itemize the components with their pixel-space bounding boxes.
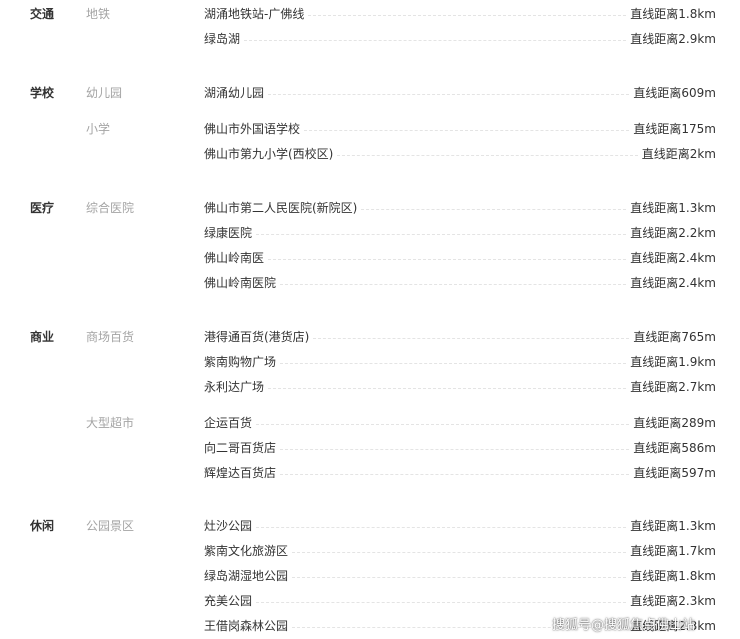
- dotted-leader: [280, 448, 630, 450]
- facility-distance: 直线距离1.7km: [630, 544, 716, 558]
- facility-distance: 直线距离1.9km: [630, 355, 716, 369]
- facility-distance: 直线距离609m: [633, 86, 716, 100]
- facility-distance: 直线距离586m: [633, 441, 716, 455]
- facility-name: 灶沙公园: [204, 519, 253, 533]
- dotted-leader: [280, 362, 627, 364]
- facility-distance: 直线距离1.3km: [630, 201, 716, 215]
- facility-name: 湖涌地铁站-广佛线: [204, 7, 305, 21]
- facility-distance: 直线距离2.4km: [630, 276, 716, 290]
- category-label: 交通: [30, 7, 55, 21]
- subgroup-label: 综合医院: [86, 201, 135, 215]
- facility-name: 紫南购物广场: [204, 355, 277, 369]
- facility-name: 辉煌达百货店: [204, 466, 277, 480]
- facility-name: 永利达广场: [204, 380, 265, 394]
- facility-distance: 直线距离1.8km: [630, 569, 716, 583]
- dotted-leader: [268, 93, 630, 95]
- facility-row[interactable]: 湖涌地铁站-广佛线 直线距离1.8km: [204, 6, 716, 22]
- facility-row[interactable]: 绿岛湖湿地公园 直线距离1.8km: [204, 568, 716, 584]
- facility-distance: 直线距离2.9km: [630, 32, 716, 46]
- facility-row[interactable]: 佛山市第九小学(西校区) 直线距离2km: [204, 146, 716, 162]
- dotted-leader: [304, 129, 630, 131]
- dotted-leader: [268, 258, 627, 260]
- subgroup-label: 幼儿园: [86, 86, 123, 100]
- subgroup-label: 大型超市: [86, 416, 135, 430]
- facility-row[interactable]: 辉煌达百货店 直线距离597m: [204, 465, 716, 481]
- dotted-leader: [256, 601, 627, 603]
- facility-name: 佛山市外国语学校: [204, 122, 301, 136]
- facility-distance: 直线距离765m: [633, 330, 716, 344]
- facility-name: 绿岛湖湿地公园: [204, 569, 289, 583]
- dotted-leader: [268, 387, 627, 389]
- facility-name: 港得通百货(港货店): [204, 330, 310, 344]
- dotted-leader: [280, 473, 630, 475]
- facility-row[interactable]: 佛山岭南医院 直线距离2.4km: [204, 275, 716, 291]
- facility-name: 佛山市第二人民医院(新院区): [204, 201, 358, 215]
- dotted-leader: [292, 551, 627, 553]
- facility-name: 湖涌幼儿园: [204, 86, 265, 100]
- facility-name: 佛山岭南医: [204, 251, 265, 265]
- facility-distance: 直线距离1.3km: [630, 519, 716, 533]
- subgroup-label: 公园景区: [86, 519, 135, 533]
- subgroup-label: 地铁: [86, 7, 111, 21]
- facility-row[interactable]: 灶沙公园 直线距离1.3km: [204, 518, 716, 534]
- dotted-leader: [244, 39, 627, 41]
- facility-row[interactable]: 紫南购物广场 直线距离1.9km: [204, 354, 716, 370]
- facility-name: 绿康医院: [204, 226, 253, 240]
- dotted-leader: [280, 283, 627, 285]
- dotted-leader: [308, 14, 627, 16]
- facility-row[interactable]: 永利达广场 直线距离2.7km: [204, 379, 716, 395]
- dotted-leader: [256, 233, 627, 235]
- facility-name: 企运百货: [204, 416, 253, 430]
- facility-row[interactable]: 佛山市第二人民医院(新院区) 直线距离1.3km: [204, 200, 716, 216]
- category-label: 商业: [30, 330, 55, 344]
- facility-name: 充美公园: [204, 594, 253, 608]
- facility-distance: 直线距离1.8km: [630, 7, 716, 21]
- facility-name: 向二哥百货店: [204, 441, 277, 455]
- dotted-leader: [337, 154, 638, 156]
- facility-name: 佛山岭南医院: [204, 276, 277, 290]
- facility-name: 紫南文化旅游区: [204, 544, 289, 558]
- dotted-leader: [292, 576, 627, 578]
- facility-distance: 直线距离2.3km: [630, 594, 716, 608]
- facility-name: 绿岛湖: [204, 32, 241, 46]
- facility-distance: 直线距离2.4km: [630, 251, 716, 265]
- facility-distance: 直线距离2.2km: [630, 226, 716, 240]
- facility-row[interactable]: 向二哥百货店 直线距离586m: [204, 440, 716, 456]
- subgroup-label: 小学: [86, 122, 111, 136]
- facility-row[interactable]: 港得通百货(港货店) 直线距离765m: [204, 329, 716, 345]
- facility-row[interactable]: 绿岛湖 直线距离2.9km: [204, 31, 716, 47]
- facility-row[interactable]: 佛山岭南医 直线距离2.4km: [204, 250, 716, 266]
- facility-distance: 直线距离597m: [633, 466, 716, 480]
- facility-distance: 直线距离175m: [633, 122, 716, 136]
- dotted-leader: [361, 208, 627, 210]
- category-label: 休闲: [30, 519, 55, 533]
- facility-row[interactable]: 绿康医院 直线距离2.2km: [204, 225, 716, 241]
- facility-distance: 直线距离289m: [633, 416, 716, 430]
- dotted-leader: [256, 423, 630, 425]
- subgroup-label: 商场百货: [86, 330, 135, 344]
- facility-distance: 直线距离2.7km: [630, 380, 716, 394]
- facility-row[interactable]: 企运百货 直线距离289m: [204, 415, 716, 431]
- facility-row[interactable]: 湖涌幼儿园 直线距离609m: [204, 85, 716, 101]
- facility-row[interactable]: 紫南文化旅游区 直线距离1.7km: [204, 543, 716, 559]
- facility-name: 佛山市第九小学(西校区): [204, 147, 334, 161]
- facility-row[interactable]: 佛山市外国语学校 直线距离175m: [204, 121, 716, 137]
- facility-row[interactable]: 充美公园 直线距离2.3km: [204, 593, 716, 609]
- facility-distance: 直线距离2km: [641, 147, 716, 161]
- dotted-leader: [313, 337, 630, 339]
- category-label: 医疗: [30, 201, 55, 215]
- facility-name: 王借岗森林公园: [204, 619, 289, 633]
- category-label: 学校: [30, 86, 55, 100]
- watermark: 搜狐号@搜狐焦点佛山站: [552, 618, 696, 633]
- dotted-leader: [256, 526, 627, 528]
